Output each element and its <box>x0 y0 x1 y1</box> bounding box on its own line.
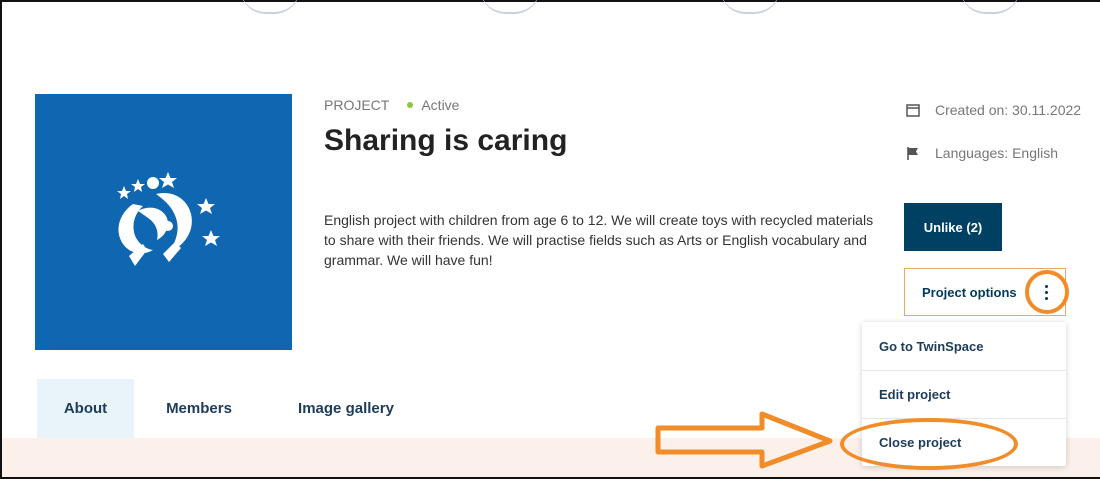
created-on-row: Created on: 30.11.2022 <box>905 102 1081 118</box>
children-stars-logo-icon <box>117 172 220 266</box>
unlike-button[interactable]: Unlike (2) <box>904 203 1002 251</box>
project-image <box>35 94 292 350</box>
menu-item-edit-project[interactable]: Edit project <box>862 370 1066 418</box>
languages-row: Languages: English <box>905 145 1058 161</box>
status-dot-icon <box>407 102 414 108</box>
project-type-label: PROJECT <box>324 97 390 113</box>
project-status: Active <box>421 97 460 113</box>
annotation-circle-close <box>840 418 1018 470</box>
arrow-right-icon <box>655 411 833 469</box>
calendar-icon <box>905 102 921 118</box>
flag-icon <box>905 145 921 161</box>
project-title: Sharing is caring <box>324 124 568 157</box>
tab-about[interactable]: About <box>37 379 134 438</box>
languages-text: Languages: English <box>935 145 1058 161</box>
tab-members[interactable]: Members <box>149 379 249 438</box>
created-on-text: Created on: 30.11.2022 <box>935 102 1082 118</box>
annotation-circle-options <box>1025 270 1069 314</box>
project-description: English project with children from age 6… <box>324 212 874 268</box>
tab-image-gallery[interactable]: Image gallery <box>281 379 411 438</box>
project-eyebrow: PROJECT Active <box>324 97 459 113</box>
menu-item-go-to-twinspace[interactable]: Go to TwinSpace <box>862 322 1066 370</box>
project-options-label: Project options <box>922 284 1017 300</box>
